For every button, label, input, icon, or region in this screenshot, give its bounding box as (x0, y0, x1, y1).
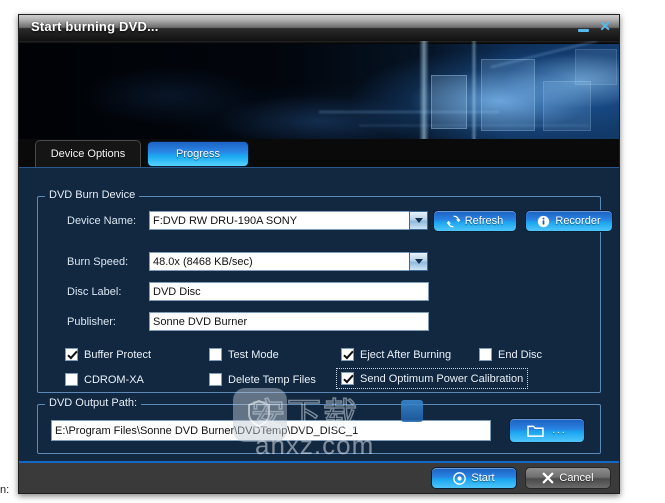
tab-device-options-label: Device Options (50, 148, 126, 160)
banner-block (575, 49, 617, 85)
checkbox-buffer-protect-label: Buffer Protect (84, 348, 152, 361)
banner-block (431, 75, 467, 129)
checkbox-box (341, 348, 354, 361)
output-path-input[interactable]: E:\Program Files\Sonne DVD Burner\DVDTem… (51, 420, 491, 441)
tab-progress-label: Progress (175, 148, 221, 160)
checkbox-end-disc[interactable]: End Disc (479, 348, 542, 361)
burn-speed-dropdown-arrow[interactable] (409, 252, 428, 271)
checkbox-box (65, 348, 78, 361)
checkbox-box (341, 372, 354, 385)
folder-icon (527, 424, 545, 438)
checkbox-cdrom-xa[interactable]: CDROM-XA (65, 373, 144, 386)
disc-label-label: Disc Label: (67, 286, 122, 298)
browse-output-path-label: ... (552, 425, 567, 436)
edge-caption-text: n: (0, 484, 10, 496)
publisher-label: Publisher: (67, 316, 116, 328)
publisher-input[interactable]: Sonne DVD Burner (149, 312, 429, 331)
refresh-icon (446, 215, 460, 228)
burn-speed-label: Burn Speed: (67, 256, 129, 268)
dialog-window: Start burning DVD... ✕ Device Options Pr… (18, 14, 620, 494)
tab-progress[interactable]: Progress (147, 141, 249, 167)
browse-output-path-button[interactable]: ... (509, 418, 585, 443)
tab-strip: Device Options Progress (19, 139, 619, 167)
device-name-label: Device Name: (67, 215, 137, 227)
checkbox-box (209, 348, 222, 361)
title-bar: Start burning DVD... ✕ (19, 15, 619, 41)
window-title: Start burning DVD... (31, 19, 159, 34)
device-options-panel: DVD Burn Device Device Name: F:DVD RW DR… (19, 167, 619, 462)
banner-top-edge (19, 41, 619, 44)
minimize-button[interactable] (578, 29, 590, 32)
recorder-button[interactable]: Recorder (525, 210, 613, 232)
checkbox-send-optimum-power-calibration[interactable]: Send Optimum Power Calibration (335, 368, 529, 389)
burn-speed-input[interactable]: 48.0x (8468 KB/sec) (149, 252, 411, 271)
banner-block (543, 81, 591, 131)
header-banner-image (19, 41, 619, 139)
dvd-burn-device-legend: DVD Burn Device (45, 189, 140, 201)
x-icon (542, 472, 554, 484)
disc-icon (453, 471, 467, 485)
refresh-button-label: Refresh (464, 215, 504, 227)
dialog-footer: Start Cancel (19, 461, 619, 493)
checkbox-end-disc-label: End Disc (498, 348, 543, 361)
refresh-button[interactable]: Refresh (433, 210, 517, 232)
banner-streak (319, 111, 499, 113)
close-icon[interactable]: ✕ (599, 18, 611, 34)
cancel-button[interactable]: Cancel (525, 467, 611, 489)
info-icon (537, 215, 550, 228)
dvd-output-path-legend: DVD Output Path: (45, 397, 142, 409)
start-button[interactable]: Start (431, 467, 517, 489)
disc-label-input[interactable]: DVD Disc (149, 282, 429, 301)
screenshot-root: Start burning DVD... ✕ Device Options Pr… (0, 0, 665, 503)
checkbox-delete-temp-files[interactable]: Delete Temp Files (209, 373, 316, 386)
device-name-input[interactable]: F:DVD RW DRU-190A SONY (149, 211, 411, 230)
recorder-button-label: Recorder (555, 215, 601, 227)
checkbox-box (479, 348, 492, 361)
checkbox-test-mode[interactable]: Test Mode (209, 348, 279, 361)
checkbox-box (209, 373, 222, 386)
start-button-label: Start (471, 472, 495, 484)
tab-device-options[interactable]: Device Options (35, 140, 141, 167)
checkbox-cdrom-xa-label: CDROM-XA (84, 373, 144, 386)
checkbox-eject-after-burning-label: Eject After Burning (360, 348, 452, 361)
checkbox-box (65, 373, 78, 386)
checkbox-send-optimum-power-calibration-label: Send Optimum Power Calibration (360, 372, 524, 385)
checkbox-buffer-protect[interactable]: Buffer Protect (65, 348, 151, 361)
window-controls: ✕ (578, 18, 611, 34)
checkbox-eject-after-burning[interactable]: Eject After Burning (341, 348, 451, 361)
cancel-button-label: Cancel (559, 472, 594, 484)
footer-top-border (19, 461, 619, 463)
checkbox-delete-temp-files-label: Delete Temp Files (228, 373, 316, 386)
checkbox-test-mode-label: Test Mode (228, 348, 279, 361)
device-name-dropdown-arrow[interactable] (409, 211, 428, 230)
banner-block (481, 59, 535, 131)
